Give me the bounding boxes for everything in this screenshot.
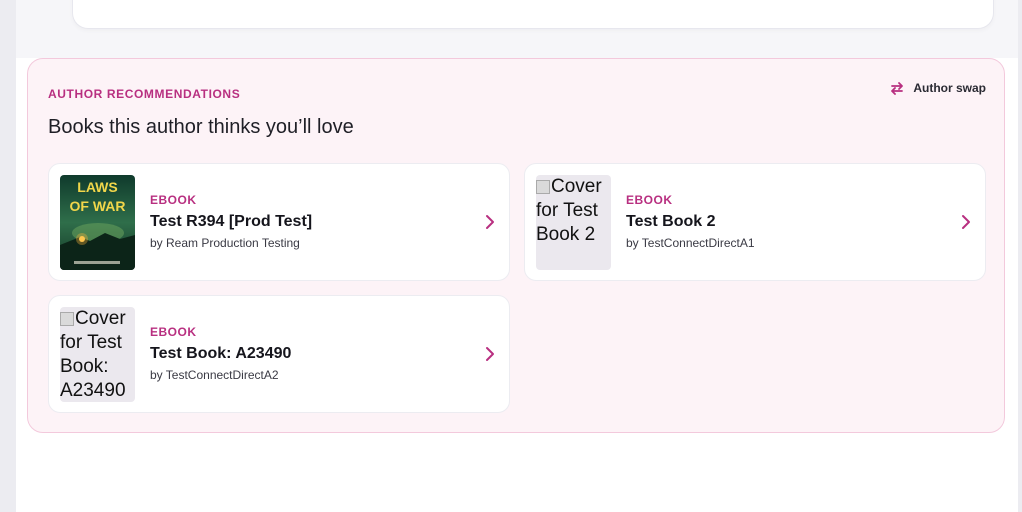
swap-arrows-icon — [889, 81, 905, 95]
book-card[interactable]: Cover for Test Book: A23490 EBOOK Test B… — [48, 295, 510, 413]
broken-image-icon — [60, 312, 74, 326]
cover-title-line-2: OF WAR — [70, 198, 126, 214]
chevron-right-icon — [485, 346, 495, 367]
book-format: EBOOK — [626, 193, 673, 207]
page: AUTHOR RECOMMENDATIONS Books this author… — [0, 0, 1022, 512]
book-author: by TestConnectDirectA1 — [626, 236, 755, 250]
book-cover-alt: Cover for Test Book: A23490 — [60, 307, 135, 402]
section-eyebrow: AUTHOR RECOMMENDATIONS — [48, 87, 241, 101]
broken-image-icon — [536, 180, 550, 194]
book-author: by Ream Production Testing — [150, 236, 300, 250]
previous-section-area — [16, 0, 1018, 58]
chevron-right-icon — [485, 214, 495, 235]
author-swap-label: Author swap — [913, 81, 986, 95]
right-rail — [1018, 0, 1022, 512]
book-author: by TestConnectDirectA2 — [150, 368, 279, 382]
book-card[interactable]: LAWS OF WAR EBOOK Test R394 [Prod Test] … — [48, 163, 510, 281]
book-cover: Cover for Test Book 2 — [536, 175, 611, 270]
book-cover: Cover for Test Book: A23490 — [60, 307, 135, 402]
left-rail — [0, 0, 16, 512]
book-title: Test R394 [Prod Test] — [150, 213, 313, 230]
author-recommendations-section: AUTHOR RECOMMENDATIONS Books this author… — [27, 58, 1005, 433]
book-format: EBOOK — [150, 193, 197, 207]
section-heading: Books this author thinks you’ll love — [48, 116, 354, 138]
book-title: Test Book: A23490 — [150, 345, 292, 362]
previous-card — [72, 0, 994, 29]
book-cover-alt: Cover for Test Book 2 — [536, 175, 611, 247]
book-cover: LAWS OF WAR — [60, 175, 135, 270]
book-cover-art: LAWS OF WAR — [60, 175, 135, 270]
book-title: Test Book 2 — [626, 213, 716, 230]
author-swap-button[interactable]: Author swap — [889, 81, 986, 95]
book-format: EBOOK — [150, 325, 197, 339]
cover-title-line-1: LAWS — [77, 179, 117, 195]
chevron-right-icon — [961, 214, 971, 235]
book-card[interactable]: Cover for Test Book 2 EBOOK Test Book 2 … — [524, 163, 986, 281]
